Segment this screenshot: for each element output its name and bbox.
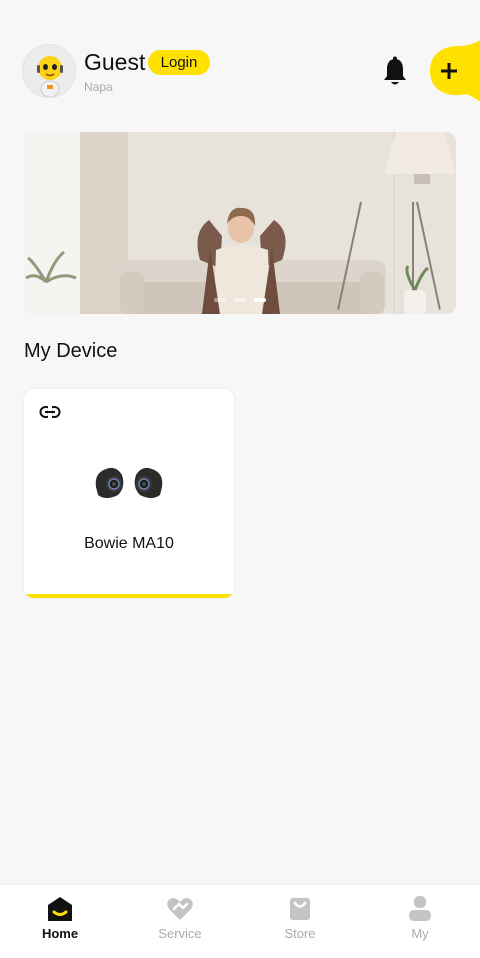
carousel-dot-active[interactable] — [254, 298, 266, 302]
tab-store[interactable]: Store — [240, 885, 360, 958]
banner-image — [24, 132, 456, 314]
link-icon[interactable] — [39, 405, 61, 419]
avatar[interactable] — [22, 44, 76, 98]
profile-icon — [409, 896, 431, 921]
tab-label: My — [411, 926, 429, 941]
service-icon — [167, 898, 193, 920]
login-button[interactable]: Login — [148, 50, 210, 75]
section-title: My Device — [24, 340, 118, 362]
plus-icon — [441, 63, 457, 79]
device-card[interactable]: Bowie MA10 — [24, 389, 234, 598]
tab-label: Home — [41, 926, 79, 941]
carousel-indicator — [24, 298, 456, 302]
location-label: Napa — [84, 80, 113, 94]
home-icon — [48, 897, 72, 921]
earbuds-image — [95, 467, 163, 498]
tab-service[interactable]: Service — [120, 885, 240, 958]
astronaut-avatar-icon — [37, 56, 63, 97]
tab-label: Store — [284, 926, 316, 941]
header: Guest Login Napa — [0, 0, 480, 120]
tab-my[interactable]: My — [360, 885, 480, 958]
store-bag-icon — [290, 898, 310, 920]
tab-label: Service — [158, 926, 202, 941]
tab-home[interactable]: Home — [0, 885, 120, 958]
bottom-tab-bar: Home Service Store My — [0, 884, 480, 958]
bell-icon[interactable] — [380, 56, 410, 88]
device-card-accent-bar — [24, 594, 234, 598]
carousel-dot[interactable] — [214, 298, 226, 302]
carousel-dot[interactable] — [234, 298, 246, 302]
add-device-button[interactable] — [437, 58, 461, 84]
user-name: Guest — [84, 49, 146, 75]
banner-carousel[interactable] — [24, 132, 456, 314]
device-name: Bowie MA10 — [84, 535, 174, 552]
